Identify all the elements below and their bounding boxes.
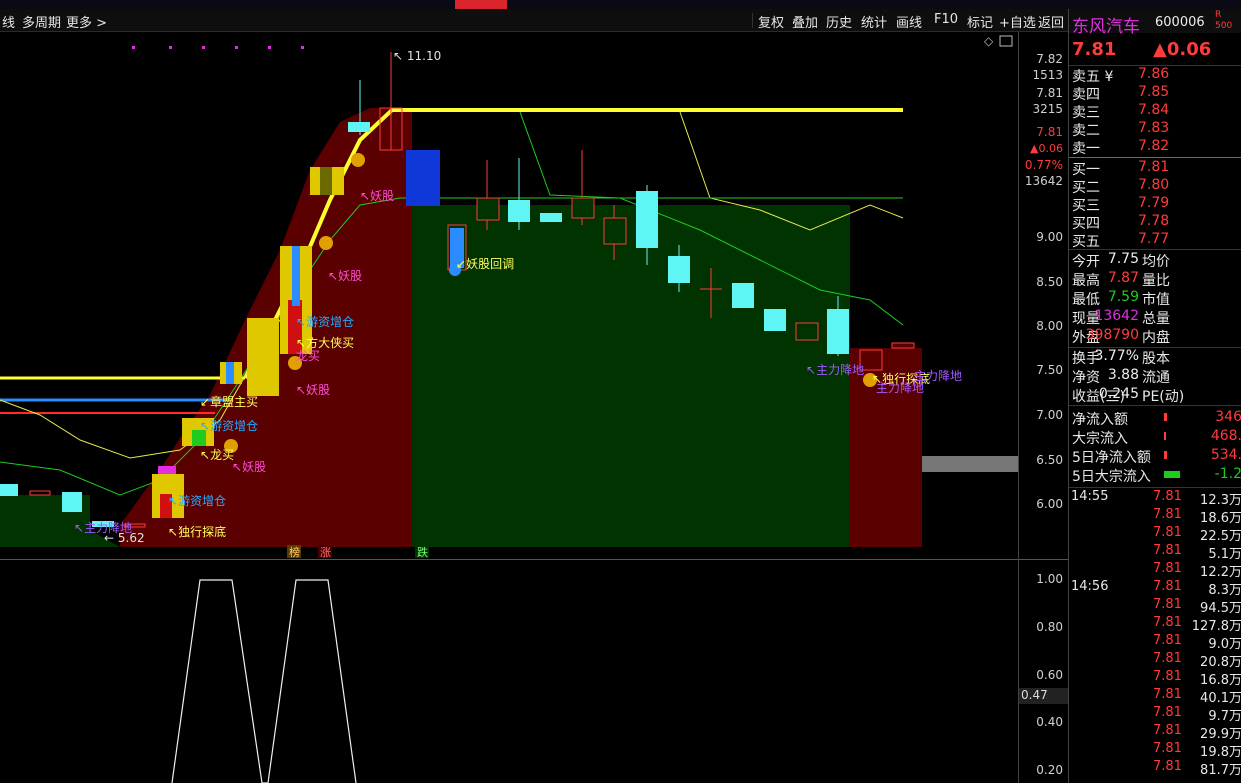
indicator-value-box: 0.47 (1019, 688, 1071, 704)
toolbar-fuquan[interactable]: 复权 (758, 12, 784, 31)
volume-hint-bar (922, 456, 1018, 472)
svg-text:↖游资增仓: ↖游资增仓 (168, 494, 226, 508)
svg-text:↖方大侠买: ↖方大侠买 (296, 335, 354, 350)
svg-text:主力降地: 主力降地 (876, 381, 924, 395)
svg-text:↙妖股回调: ↙妖股回调 (456, 257, 514, 271)
stock-badge-500: 500 (1215, 21, 1233, 31)
active-tab-highlight[interactable] (455, 0, 507, 9)
chart-toolbar: 线 多周期 更多 > 复权 叠加 历史 统计 画线 F10 标记 +自选 返回 (0, 9, 1068, 32)
price-change: ▲0.06 (1153, 39, 1212, 60)
svg-text:↖主力降地: ↖主力降地 (74, 521, 132, 535)
candlestick-chart[interactable]: ↖ 11.10 ← 5.62 ↖妖股 ↖妖股 ↖妖股 ↖妖股 ↙妖股回调 ↖游资… (0, 32, 1018, 558)
toolbar-mark[interactable]: 标记 (967, 12, 993, 31)
marker-zhang: 涨 (320, 546, 331, 558)
svg-text:↖妖股: ↖妖股 (296, 383, 330, 397)
toolbar-add-favorite[interactable]: +自选 (999, 12, 1036, 31)
toolbar-multi-period[interactable]: 多周期 (22, 12, 61, 31)
diamond-icon: ◇ (984, 34, 994, 48)
toolbar-stats[interactable]: 统计 (861, 12, 887, 31)
toolbar-history[interactable]: 历史 (826, 12, 852, 31)
toolbar-back[interactable]: 返回 (1038, 12, 1064, 31)
svg-text:↖妖股: ↖妖股 (328, 269, 362, 283)
stock-header: 东风汽车 600006 R 500 (1069, 9, 1241, 37)
toolbar-f10[interactable]: F10 (934, 12, 958, 27)
marker-die: 跌 (417, 545, 428, 558)
marker-bang: 榜 (289, 545, 300, 558)
svg-text:↖独行探底: ↖独行探底 (168, 524, 226, 539)
svg-text:↖妖股: ↖妖股 (360, 189, 394, 203)
stock-name: 东风汽车 (1072, 17, 1140, 37)
svg-text:龙买: 龙买 (296, 349, 320, 363)
toolbar-line[interactable]: 线 (2, 12, 15, 31)
window-icon (999, 35, 1013, 47)
stats-table: 今开 7.75 均价 最高 7.87 量比 最低 7.59 市值 现量 13642 总量 外盘 3… (1069, 251, 1241, 405)
toolbar-draw[interactable]: 画线 (896, 12, 922, 31)
toolbar-more[interactable]: 更多 > (66, 12, 107, 31)
indicator-line (171, 579, 357, 783)
stock-badge-r: R (1215, 10, 1222, 20)
svg-text:↖妖股: ↖妖股 (232, 460, 266, 474)
price-axis: 7.82 1513 7.81 3215 7.81 ▲0.06 0.77% 136… (1018, 32, 1071, 783)
indicator-chart[interactable] (0, 560, 1018, 783)
top-menu-strip (0, 0, 1241, 9)
svg-text:↖游资增仓: ↖游资增仓 (296, 315, 354, 329)
svg-text:↖主力降地: ↖主力降地 (806, 363, 864, 377)
tick-list[interactable]: 14:55 7.81 12.3万 7.81 18.6万 7.81 22.5万 7.81 5… (1069, 489, 1241, 783)
toolbar-overlay[interactable]: 叠加 (792, 12, 818, 31)
stock-code: 600006 (1155, 15, 1205, 30)
svg-text:↖游资增仓: ↖游资增仓 (200, 419, 258, 433)
fund-flow: 净流入额 346 大宗流入 468. 5日净流入额 534. 5日大宗流入 -1.2 (1072, 409, 1241, 485)
label-high: ↖ 11.10 (393, 49, 441, 63)
svg-text:主力降地: 主力降地 (914, 369, 962, 383)
svg-text:↙章盟主买: ↙章盟主买 (200, 394, 258, 409)
current-price: 7.81 (1072, 39, 1117, 60)
order-book: 卖五 ¥7.86 卖四 7.85 卖三 7.84 卖二 7.83 卖一 7.82 买一 7… (1069, 66, 1241, 250)
svg-text:↖龙买: ↖龙买 (200, 448, 234, 462)
quote-panel: 东风汽车 600006 R 500 7.81 ▲0.06 卖五 ¥7.86 卖四… (1068, 9, 1241, 783)
